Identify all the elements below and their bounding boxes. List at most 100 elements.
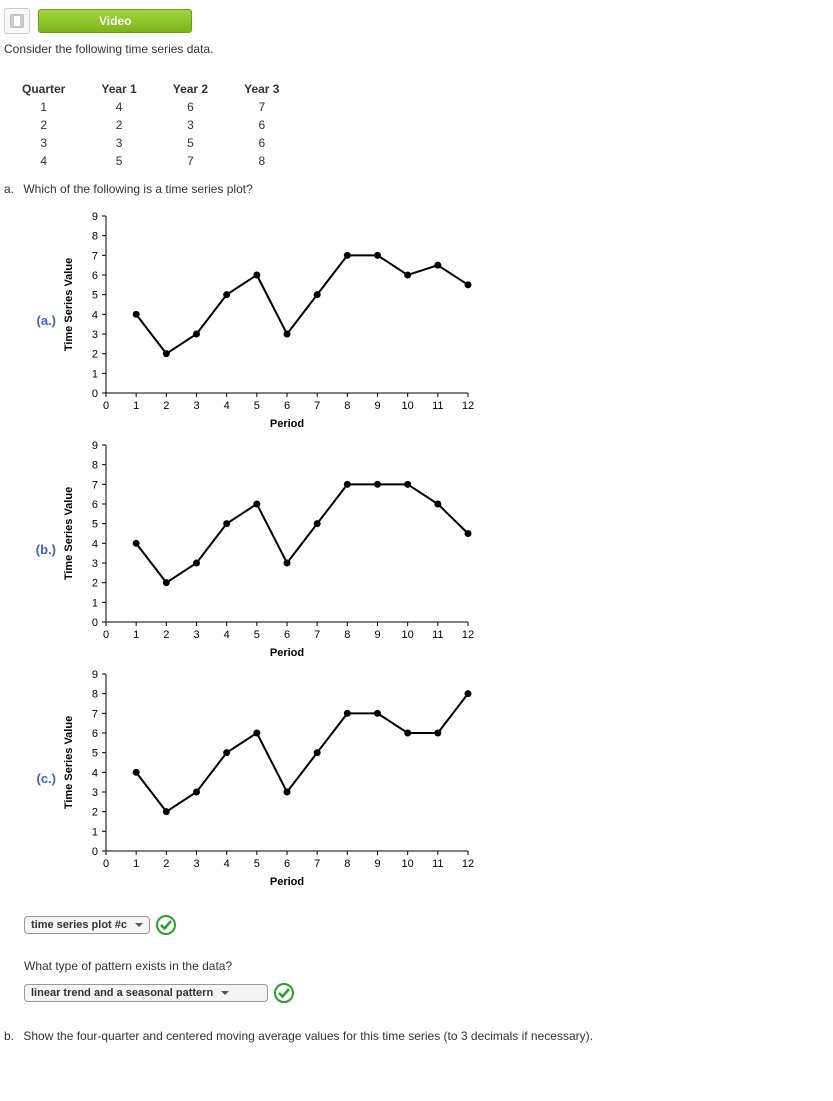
svg-text:0: 0 xyxy=(103,629,109,641)
svg-text:11: 11 xyxy=(432,858,443,870)
svg-text:0: 0 xyxy=(92,846,98,858)
svg-text:7: 7 xyxy=(314,400,320,412)
table-header: Quarter xyxy=(4,80,83,98)
svg-text:6: 6 xyxy=(92,728,98,740)
svg-text:1: 1 xyxy=(133,400,139,412)
table-row: 1467 xyxy=(4,98,297,116)
svg-text:3: 3 xyxy=(193,629,199,641)
pattern-question: What type of pattern exists in the data? xyxy=(24,959,833,973)
svg-text:6: 6 xyxy=(284,400,290,412)
svg-text:2: 2 xyxy=(92,807,98,819)
svg-text:1: 1 xyxy=(92,368,98,380)
table-cell: 6 xyxy=(226,116,297,134)
svg-text:7: 7 xyxy=(314,629,320,641)
table-cell: 4 xyxy=(83,98,154,116)
chart-c: 01234567891011120123456789PeriodTime Ser… xyxy=(58,666,478,891)
table-header: Year 1 xyxy=(83,80,154,98)
svg-text:10: 10 xyxy=(402,629,414,641)
table-cell: 1 xyxy=(4,98,83,116)
svg-text:12: 12 xyxy=(462,858,474,870)
svg-text:11: 11 xyxy=(432,629,443,641)
svg-text:6: 6 xyxy=(92,499,98,511)
svg-text:5: 5 xyxy=(92,748,98,760)
question-a-text: Which of the following is a time series … xyxy=(23,182,252,196)
svg-text:8: 8 xyxy=(92,231,98,243)
svg-text:5: 5 xyxy=(92,290,98,302)
svg-text:4: 4 xyxy=(92,538,98,550)
svg-text:6: 6 xyxy=(92,270,98,282)
svg-text:Time Series Value: Time Series Value xyxy=(63,716,75,809)
svg-text:11: 11 xyxy=(432,400,443,412)
svg-text:1: 1 xyxy=(92,826,98,838)
question-a-marker: a. xyxy=(4,182,20,196)
svg-text:3: 3 xyxy=(92,329,98,341)
svg-text:4: 4 xyxy=(224,400,230,412)
svg-text:7: 7 xyxy=(92,479,98,491)
svg-text:9: 9 xyxy=(92,211,98,223)
svg-text:2: 2 xyxy=(92,349,98,361)
svg-text:9: 9 xyxy=(374,629,380,641)
table-cell: 3 xyxy=(4,134,83,152)
svg-text:0: 0 xyxy=(103,858,109,870)
table-cell: 4 xyxy=(4,152,83,170)
intro-text: Consider the following time series data. xyxy=(0,42,833,72)
chart-option-label: (c.) xyxy=(24,771,56,786)
svg-text:3: 3 xyxy=(92,558,98,570)
table-row: 3356 xyxy=(4,134,297,152)
table-cell: 6 xyxy=(226,134,297,152)
table-cell: 3 xyxy=(83,134,154,152)
svg-text:Time Series Value: Time Series Value xyxy=(63,258,75,351)
svg-text:0: 0 xyxy=(92,617,98,629)
table-cell: 8 xyxy=(226,152,297,170)
table-cell: 7 xyxy=(226,98,297,116)
time-series-table: Quarter Year 1 Year 2 Year 3 14672236335… xyxy=(4,80,297,170)
svg-text:2: 2 xyxy=(163,400,169,412)
svg-text:7: 7 xyxy=(92,250,98,262)
checkmark-icon xyxy=(274,983,294,1003)
table-cell: 6 xyxy=(155,98,226,116)
chart-a: 01234567891011120123456789PeriodTime Ser… xyxy=(58,208,478,433)
svg-text:8: 8 xyxy=(92,689,98,701)
plot-select[interactable]: time series plot #c xyxy=(24,916,150,934)
table-cell: 3 xyxy=(155,116,226,134)
svg-text:Period: Period xyxy=(270,647,304,659)
svg-text:3: 3 xyxy=(193,400,199,412)
svg-text:3: 3 xyxy=(193,858,199,870)
svg-text:2: 2 xyxy=(92,578,98,590)
chart-b: 01234567891011120123456789PeriodTime Ser… xyxy=(58,437,478,662)
svg-text:9: 9 xyxy=(374,858,380,870)
svg-text:12: 12 xyxy=(462,400,474,412)
question-b-text: Show the four-quarter and centered movin… xyxy=(23,1029,593,1043)
chart-row-a: (a.)01234567891011120123456789PeriodTime… xyxy=(24,208,833,433)
svg-text:0: 0 xyxy=(103,400,109,412)
svg-text:9: 9 xyxy=(92,440,98,452)
table-row: 4578 xyxy=(4,152,297,170)
video-button[interactable]: Video xyxy=(38,9,192,33)
table-cell: 5 xyxy=(155,134,226,152)
svg-text:12: 12 xyxy=(462,629,474,641)
svg-text:2: 2 xyxy=(163,629,169,641)
svg-text:7: 7 xyxy=(314,858,320,870)
svg-text:8: 8 xyxy=(344,400,350,412)
svg-text:5: 5 xyxy=(92,519,98,531)
table-header: Year 2 xyxy=(155,80,226,98)
question-b-marker: b. xyxy=(4,1029,20,1043)
svg-text:8: 8 xyxy=(92,460,98,472)
svg-text:6: 6 xyxy=(284,858,290,870)
svg-text:5: 5 xyxy=(254,858,260,870)
table-cell: 5 xyxy=(83,152,154,170)
table-cell: 2 xyxy=(4,116,83,134)
svg-text:5: 5 xyxy=(254,400,260,412)
chart-option-label: (b.) xyxy=(24,542,56,557)
table-cell: 2 xyxy=(83,116,154,134)
checkmark-icon xyxy=(156,915,176,935)
svg-text:4: 4 xyxy=(224,858,230,870)
svg-text:Period: Period xyxy=(270,418,304,430)
chart-row-b: (b.)01234567891011120123456789PeriodTime… xyxy=(24,437,833,662)
svg-text:1: 1 xyxy=(133,629,139,641)
pattern-select[interactable]: linear trend and a seasonal pattern xyxy=(24,984,268,1002)
svg-text:10: 10 xyxy=(402,400,414,412)
svg-text:Time Series Value: Time Series Value xyxy=(63,487,75,580)
svg-text:7: 7 xyxy=(92,708,98,720)
chart-row-c: (c.)01234567891011120123456789PeriodTime… xyxy=(24,666,833,891)
